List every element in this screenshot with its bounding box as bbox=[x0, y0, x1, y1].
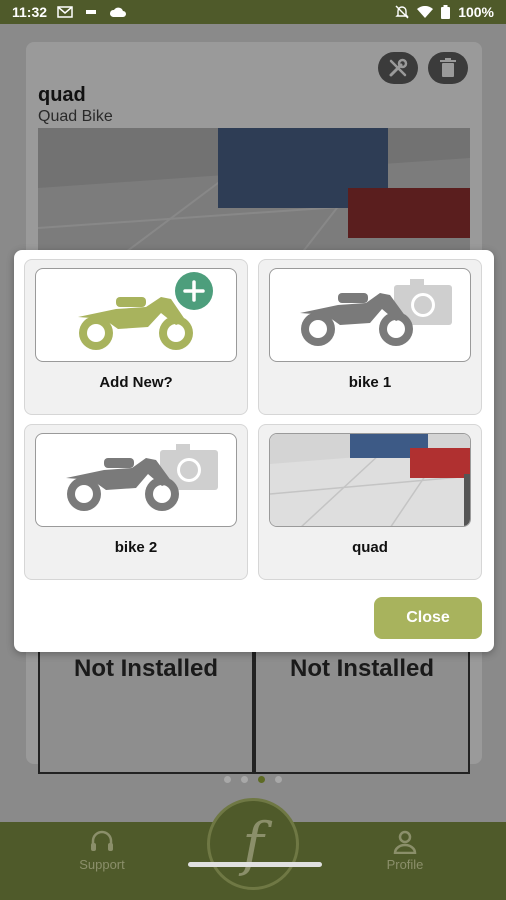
status-cells: Not Installed Not Installed bbox=[38, 650, 470, 774]
page-dot bbox=[241, 776, 248, 783]
bike-camera-placeholder-icon bbox=[66, 444, 218, 511]
nav-support-label: Support bbox=[79, 857, 125, 872]
close-button[interactable]: Close bbox=[374, 597, 482, 639]
tile-image bbox=[35, 433, 237, 527]
vehicle-picker-dialog: Add New? bike 1 bike 2 quad Close bbox=[14, 250, 494, 652]
home-indicator bbox=[188, 862, 322, 867]
tile-label: bike 2 bbox=[114, 539, 158, 556]
home-logo-button[interactable]: f bbox=[207, 798, 299, 890]
status-bar: 11:32 100% bbox=[0, 0, 506, 24]
delete-button[interactable] bbox=[428, 52, 468, 84]
cloud-icon bbox=[110, 7, 127, 17]
tile-image bbox=[35, 268, 237, 362]
tile-label: quad bbox=[352, 539, 388, 556]
nav-profile[interactable]: Profile bbox=[365, 830, 445, 872]
wrench-screwdriver-icon bbox=[389, 58, 408, 77]
person-icon bbox=[393, 830, 417, 855]
nav-support[interactable]: Support bbox=[62, 830, 142, 872]
nav-profile-label: Profile bbox=[386, 857, 424, 872]
gmail-icon bbox=[57, 6, 73, 18]
vehicle-photo bbox=[38, 128, 470, 258]
status-cell: Not Installed bbox=[38, 650, 254, 774]
tile-quad[interactable]: quad bbox=[258, 424, 482, 580]
page-indicator bbox=[0, 776, 506, 783]
vehicle-name: quad bbox=[38, 84, 86, 106]
logo-letter: f bbox=[242, 810, 264, 878]
battery-percent: 100% bbox=[458, 4, 494, 20]
tile-image bbox=[269, 268, 471, 362]
mute-icon bbox=[395, 5, 409, 19]
sim-icon bbox=[86, 10, 97, 14]
vehicle-type: Quad Bike bbox=[38, 108, 113, 125]
wifi-icon bbox=[417, 5, 434, 18]
tile-image bbox=[269, 433, 471, 527]
status-cell: Not Installed bbox=[254, 650, 470, 774]
bottom-nav: Support f Profile bbox=[0, 798, 506, 900]
add-bike-icon bbox=[78, 272, 213, 350]
bike-camera-placeholder-icon bbox=[300, 279, 452, 346]
trash-icon bbox=[440, 58, 456, 77]
tile-label: Add New? bbox=[99, 374, 173, 391]
floor-photo bbox=[270, 434, 470, 526]
page-dot bbox=[224, 776, 231, 783]
tile-label: bike 1 bbox=[348, 374, 392, 391]
battery-icon bbox=[441, 5, 451, 19]
page-dot bbox=[275, 776, 282, 783]
page-dot-active bbox=[258, 776, 265, 783]
status-time: 11:32 bbox=[12, 4, 48, 20]
tools-button[interactable] bbox=[378, 52, 418, 84]
headset-icon bbox=[91, 830, 113, 851]
tile-bike-1[interactable]: bike 1 bbox=[258, 259, 482, 415]
tile-add-new[interactable]: Add New? bbox=[24, 259, 248, 415]
tile-bike-2[interactable]: bike 2 bbox=[24, 424, 248, 580]
